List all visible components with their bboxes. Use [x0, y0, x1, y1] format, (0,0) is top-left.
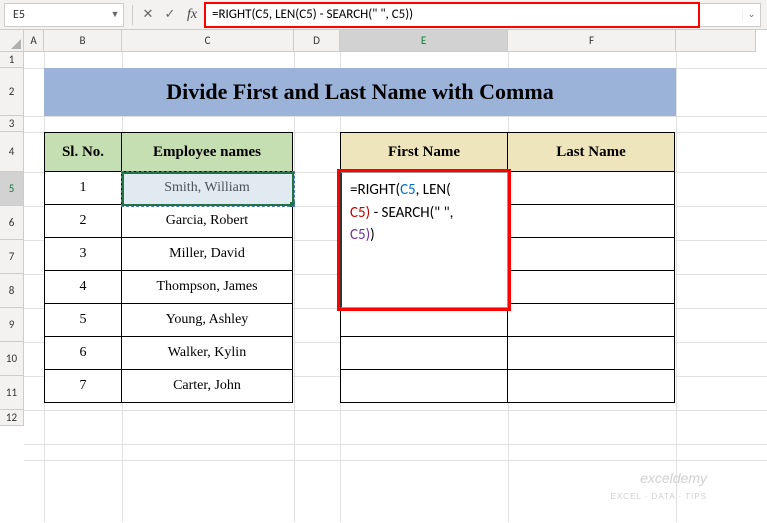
row-header[interactable]: 9	[0, 308, 24, 342]
table-header: Sl. No.	[44, 132, 122, 172]
name-box[interactable]: E5 ▼	[4, 3, 124, 27]
table-cell[interactable]	[507, 369, 675, 403]
row-header[interactable]: 10	[0, 342, 24, 376]
row-header[interactable]: 8	[0, 274, 24, 308]
table-cell[interactable]: Smith, William	[121, 171, 293, 205]
column-header[interactable]: C	[122, 30, 294, 52]
watermark-sub: EXCEL · DATA · TIPS	[611, 492, 708, 501]
column-header[interactable]: D	[294, 30, 340, 52]
table-cell[interactable]: 1	[44, 171, 122, 205]
cell-ref: C5	[400, 181, 416, 199]
employee-table: Sl. No. Employee names 1Smith, William 2…	[44, 132, 293, 403]
column-header[interactable]: A	[24, 30, 44, 52]
row-header[interactable]: 11	[0, 376, 24, 410]
table-cell[interactable]	[507, 171, 675, 205]
formula-edit-overlay[interactable]: =RIGHT(C5, LEN( C5) - SEARCH(" ", C5))	[340, 172, 508, 308]
row-header[interactable]: 1	[0, 52, 24, 68]
table-cell[interactable]: 7	[44, 369, 122, 403]
table-cell[interactable]	[507, 270, 675, 304]
table-cell[interactable]: Young, Ashley	[121, 303, 293, 337]
select-all-corner[interactable]	[0, 30, 24, 52]
row-header[interactable]: 6	[0, 206, 24, 240]
row-header[interactable]: 2	[0, 68, 24, 116]
formula-bar[interactable]: =RIGHT(C5, LEN(C5) - SEARCH(" ", C5)) ⌄	[205, 3, 761, 27]
fx-icon[interactable]: fx	[181, 4, 203, 26]
table-cell[interactable]	[340, 369, 508, 403]
watermark: exceldemy EXCEL · DATA · TIPS	[611, 470, 708, 502]
chevron-down-icon[interactable]: ⌄	[742, 9, 760, 20]
cell-ref: C5	[350, 226, 366, 244]
cancel-icon[interactable]: ✕	[137, 4, 159, 26]
table-cell[interactable]: 5	[44, 303, 122, 337]
formula-text: )	[370, 226, 375, 244]
table-cell[interactable]	[340, 336, 508, 370]
enter-icon[interactable]: ✓	[159, 4, 181, 26]
spreadsheet-grid: 1 2 3 4 5 6 7 8 9 10 11 12 A B C D E F	[0, 30, 767, 522]
column-header[interactable]: B	[44, 30, 122, 52]
table-cell[interactable]: 2	[44, 204, 122, 238]
table-cell[interactable]	[507, 237, 675, 271]
table-cell[interactable]: Thompson, James	[121, 270, 293, 304]
row-header[interactable]: 7	[0, 240, 24, 274]
chevron-down-icon[interactable]: ▼	[107, 9, 123, 20]
divider	[132, 5, 133, 25]
row-header-column: 1 2 3 4 5 6 7 8 9 10 11 12	[0, 30, 24, 522]
table-cell[interactable]: Carter, John	[121, 369, 293, 403]
table-cell[interactable]: 3	[44, 237, 122, 271]
formula-text: , LEN(	[416, 181, 451, 199]
column-header[interactable]	[676, 30, 756, 52]
column-headers: A B C D E F	[24, 30, 767, 52]
table-cell[interactable]	[340, 303, 508, 337]
table-cell[interactable]: Miller, David	[121, 237, 293, 271]
table-header: Employee names	[121, 132, 293, 172]
page-title: Divide First and Last Name with Comma	[44, 68, 676, 116]
table-cell[interactable]: 4	[44, 270, 122, 304]
row-header[interactable]: 5	[0, 172, 24, 206]
formula-text: - SEARCH(" ",	[370, 204, 453, 222]
table-cell[interactable]: Garcia, Robert	[121, 204, 293, 238]
row-header[interactable]: 3	[0, 116, 24, 132]
row-header[interactable]: 12	[0, 410, 24, 426]
table-cell[interactable]	[507, 336, 675, 370]
formula-toolbar: E5 ▼ ✕ ✓ fx =RIGHT(C5, LEN(C5) - SEARCH(…	[0, 0, 767, 30]
column-header[interactable]: E	[340, 30, 508, 52]
table-cell[interactable]	[507, 303, 675, 337]
column-header[interactable]: F	[508, 30, 676, 52]
table-cell[interactable]: Walker, Kylin	[121, 336, 293, 370]
table-header: Last Name	[507, 132, 675, 172]
table-header: First Name	[340, 132, 508, 172]
formula-text: =RIGHT(	[350, 181, 400, 199]
sheet-content[interactable]: Divide First and Last Name with Comma Sl…	[24, 52, 767, 522]
cell-ref: C5	[350, 204, 366, 222]
formula-bar-text: =RIGHT(C5, LEN(C5) - SEARCH(" ", C5))	[206, 7, 419, 22]
table-cell[interactable]: 6	[44, 336, 122, 370]
table-cell[interactable]	[507, 204, 675, 238]
row-header[interactable]: 4	[0, 132, 24, 172]
name-box-value: E5	[5, 8, 107, 22]
watermark-text: exceldemy	[640, 470, 707, 486]
